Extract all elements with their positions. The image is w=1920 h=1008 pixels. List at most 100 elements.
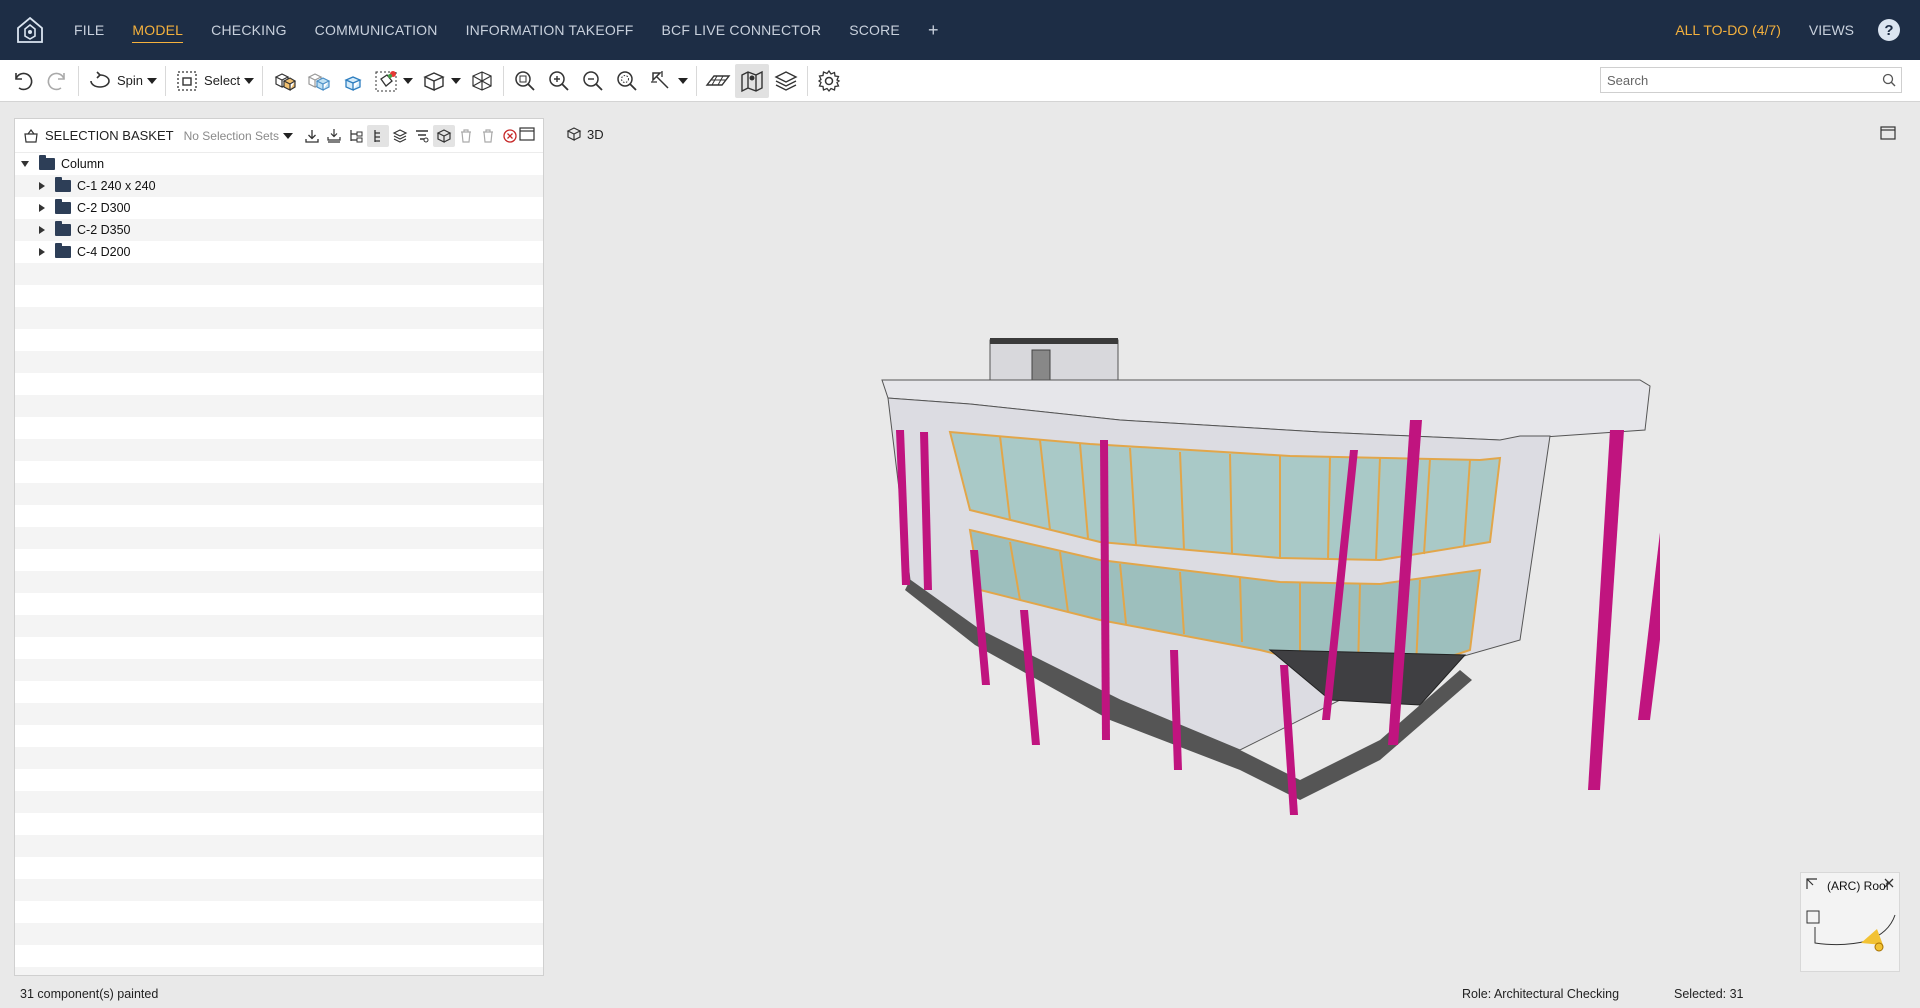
select-dropdown[interactable]: Select bbox=[170, 64, 258, 98]
painted-count: 31 component(s) painted bbox=[20, 987, 159, 1001]
paint-dropdown[interactable] bbox=[369, 64, 417, 98]
ghost-button[interactable] bbox=[301, 64, 335, 98]
undo-button[interactable] bbox=[6, 64, 40, 98]
chevron-down-icon bbox=[451, 77, 462, 84]
redo-button[interactable] bbox=[40, 64, 74, 98]
navigation-minimap[interactable]: (ARC) Roof bbox=[1800, 872, 1900, 972]
menu-information-takeoff[interactable]: INFORMATION TAKEOFF bbox=[466, 18, 634, 42]
basket-remove-button[interactable] bbox=[499, 125, 521, 147]
basket-tree-button[interactable] bbox=[366, 124, 389, 147]
layers-icon bbox=[774, 70, 798, 91]
views-link[interactable]: VIEWS bbox=[1809, 22, 1854, 38]
select-label: Select bbox=[204, 73, 241, 88]
zoom-fit-button[interactable] bbox=[508, 64, 542, 98]
menu-model[interactable]: MODEL bbox=[132, 18, 184, 43]
measure-dropdown[interactable] bbox=[644, 64, 692, 98]
cube-outline-icon bbox=[423, 71, 445, 91]
basket-delete-button[interactable] bbox=[477, 125, 499, 147]
help-icon[interactable]: ? bbox=[1878, 19, 1900, 41]
tree-item-c2-d350[interactable]: C-2 D350 bbox=[15, 219, 543, 241]
basket-clear-button[interactable] bbox=[455, 125, 477, 147]
toolbar-separator bbox=[503, 65, 505, 96]
roof-door bbox=[1031, 349, 1051, 381]
cube-outline-icon bbox=[436, 128, 452, 143]
search-input[interactable] bbox=[1601, 68, 1877, 92]
paint-bucket-icon bbox=[375, 70, 397, 91]
spin-icon bbox=[90, 70, 110, 88]
chevron-down-icon bbox=[147, 77, 158, 84]
minimap-plan bbox=[1806, 910, 1896, 952]
main-menu: FILE MODEL CHECKING COMMUNICATION INFORM… bbox=[74, 0, 939, 60]
tree-item-c4-d200[interactable]: C-4 D200 bbox=[15, 241, 543, 263]
settings-button[interactable] bbox=[812, 64, 846, 98]
selection-sets-dropdown[interactable]: No Selection Sets bbox=[184, 129, 293, 143]
basket-download-button[interactable] bbox=[301, 125, 323, 147]
toolbar-separator bbox=[262, 65, 264, 96]
window-maximize-icon bbox=[1880, 126, 1896, 140]
basket-layers-button[interactable] bbox=[389, 125, 411, 147]
tree-item-label: C-4 D200 bbox=[77, 245, 131, 259]
expand-arrow-icon[interactable] bbox=[39, 248, 45, 256]
menu-score[interactable]: SCORE bbox=[849, 18, 900, 42]
remove-x-icon bbox=[503, 128, 517, 143]
todo-link[interactable]: ALL TO-DO (4/7) bbox=[1675, 22, 1781, 38]
status-bar: 31 component(s) painted Role: Architectu… bbox=[0, 980, 1920, 1008]
building-model[interactable] bbox=[860, 320, 1660, 840]
basket-header: SELECTION BASKET No Selection Sets bbox=[15, 119, 543, 153]
folder-icon bbox=[55, 243, 71, 258]
view-tab-3d[interactable]: 3D bbox=[566, 126, 604, 142]
map-icon bbox=[741, 70, 763, 92]
tree-item-column[interactable]: Column bbox=[15, 153, 543, 175]
view-cube-dropdown[interactable] bbox=[417, 64, 465, 98]
viewport-maximize-button[interactable] bbox=[1880, 126, 1896, 143]
collapse-arrow-icon[interactable] bbox=[21, 161, 29, 167]
app-logo-icon[interactable] bbox=[0, 0, 60, 60]
zoom-fit-icon bbox=[515, 70, 535, 91]
expand-arrow-icon[interactable] bbox=[39, 204, 45, 212]
tree-item-c1-240x240[interactable]: C-1 240 x 240 bbox=[15, 175, 543, 197]
zoom-out-icon bbox=[583, 70, 603, 91]
show-all-button[interactable] bbox=[335, 64, 369, 98]
measure-icon bbox=[651, 70, 669, 89]
close-icon[interactable] bbox=[1883, 877, 1895, 889]
chevron-down-icon bbox=[403, 77, 414, 84]
plane-grid-icon bbox=[705, 74, 731, 86]
folder-icon bbox=[55, 221, 71, 236]
expand-arrow-icon[interactable] bbox=[39, 226, 45, 234]
add-tab-button[interactable]: + bbox=[928, 20, 939, 41]
folder-icon bbox=[55, 199, 71, 214]
expand-icon[interactable] bbox=[1805, 877, 1819, 891]
expand-arrow-icon[interactable] bbox=[39, 182, 45, 190]
menu-bcf-live-connector[interactable]: BCF LIVE CONNECTOR bbox=[661, 18, 821, 42]
tree-item-c2-d300[interactable]: C-2 D300 bbox=[15, 197, 543, 219]
section-box-icon bbox=[472, 70, 492, 91]
menu-checking[interactable]: CHECKING bbox=[211, 18, 287, 42]
tree-item-label: Column bbox=[61, 157, 105, 171]
zoom-selection-icon bbox=[617, 70, 637, 91]
download-stack-icon bbox=[327, 128, 341, 143]
spin-dropdown[interactable]: Spin bbox=[83, 64, 161, 98]
layers-button[interactable] bbox=[769, 64, 803, 98]
menu-communication[interactable]: COMMUNICATION bbox=[315, 18, 438, 42]
floor-plan-button[interactable] bbox=[701, 64, 735, 98]
section-box-button[interactable] bbox=[465, 64, 499, 98]
zoom-in-button[interactable] bbox=[542, 64, 576, 98]
map-view-button[interactable] bbox=[735, 63, 770, 98]
filter-tree-icon bbox=[415, 129, 429, 142]
folder-icon bbox=[39, 155, 55, 170]
menu-file[interactable]: FILE bbox=[74, 18, 104, 42]
top-navigation-bar: FILE MODEL CHECKING COMMUNICATION INFORM… bbox=[0, 0, 1920, 60]
zoom-out-button[interactable] bbox=[576, 64, 610, 98]
basket-hierarchy-button[interactable] bbox=[345, 125, 367, 147]
basket-cube-button[interactable] bbox=[432, 124, 455, 147]
search-icon[interactable] bbox=[1877, 73, 1901, 87]
tree-item-label: C-1 240 x 240 bbox=[77, 179, 156, 193]
isolate-button[interactable] bbox=[267, 64, 301, 98]
basket-filter-button[interactable] bbox=[411, 125, 433, 147]
basket-maximize-button[interactable] bbox=[519, 127, 535, 144]
trash-icon bbox=[460, 128, 471, 143]
basket-download-all-button[interactable] bbox=[323, 125, 345, 147]
roof-box-top bbox=[990, 338, 1118, 344]
zoom-selection-button[interactable] bbox=[610, 64, 644, 98]
minimap-label: (ARC) Roof bbox=[1827, 879, 1890, 893]
